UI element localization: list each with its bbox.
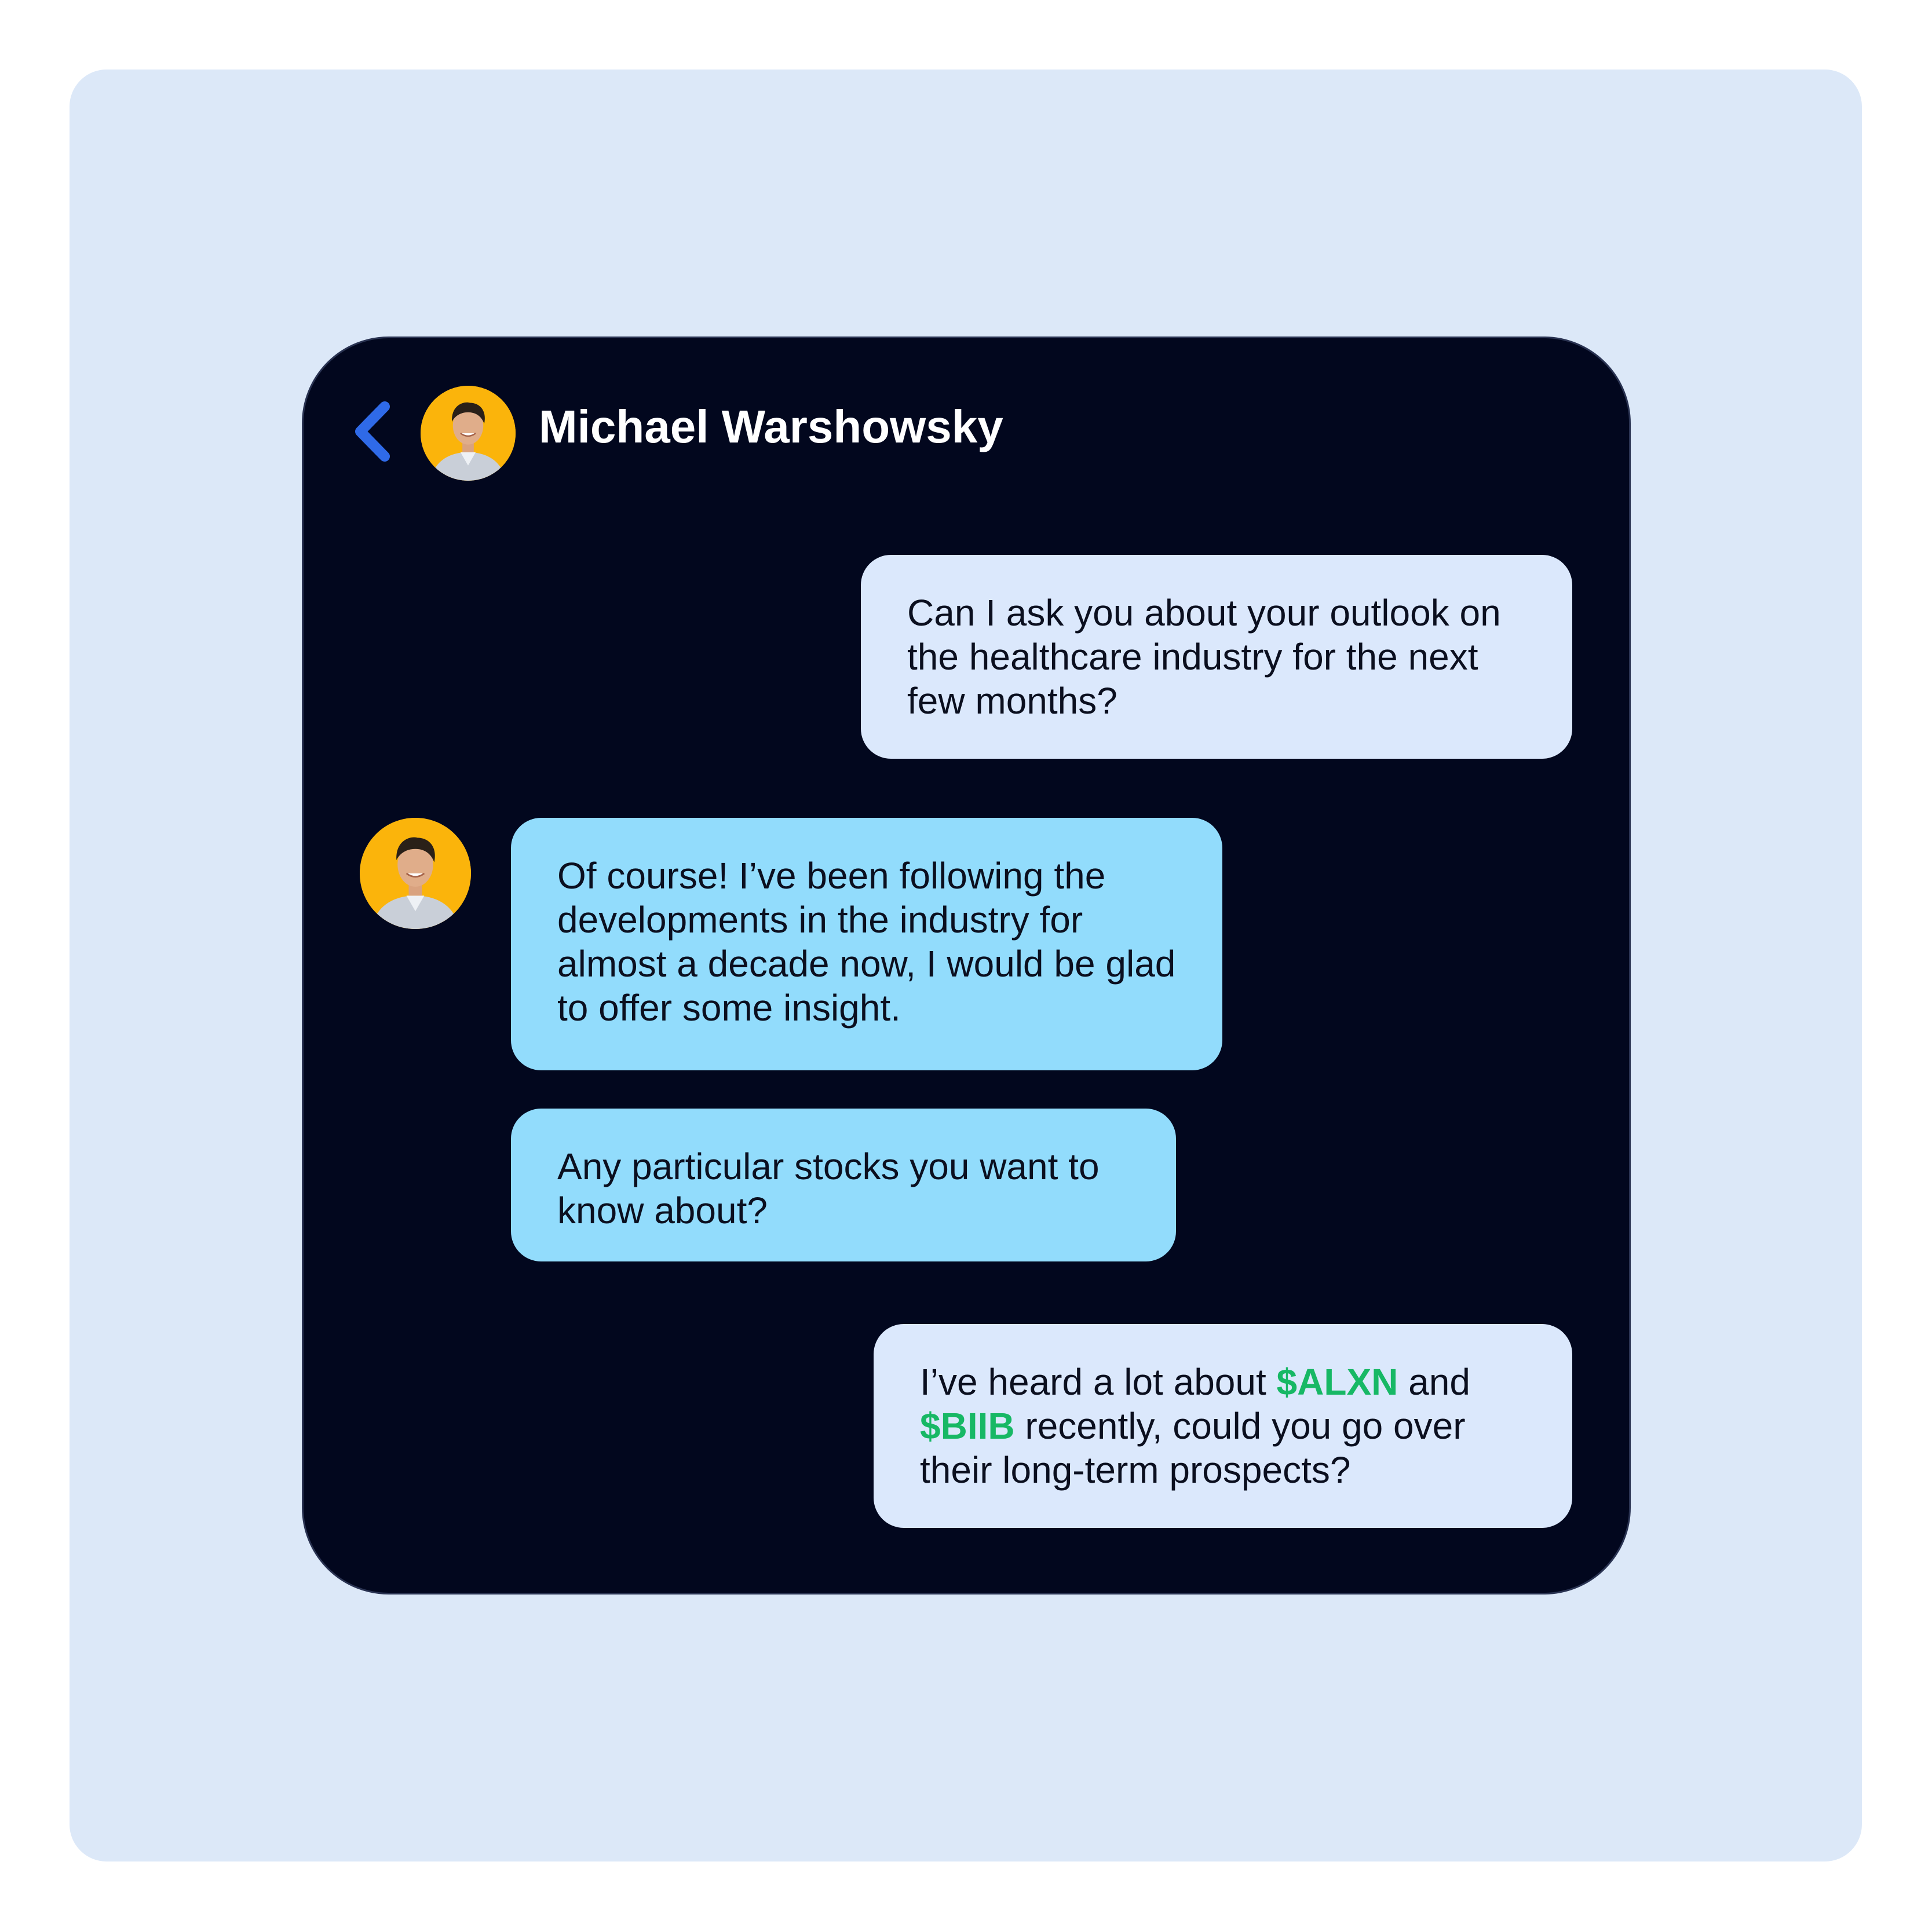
person-avatar-icon xyxy=(360,818,471,929)
person-avatar-icon xyxy=(421,386,516,481)
contact-avatar[interactable] xyxy=(421,386,516,481)
message-text: and xyxy=(1398,1361,1470,1403)
sender-avatar xyxy=(360,818,471,929)
message-bubble-outgoing: Can I ask you about your outlook on the … xyxy=(861,555,1572,759)
message-bubble-incoming: Of course! I’ve been following the devel… xyxy=(511,818,1222,1070)
ticker-symbol[interactable]: $ALXN xyxy=(1277,1361,1398,1403)
back-button[interactable] xyxy=(352,400,393,463)
message-bubble-outgoing: I’ve heard a lot about $ALXN and $BIIB r… xyxy=(874,1324,1572,1528)
chevron-left-icon xyxy=(355,401,390,462)
contact-name: Michael Warshowsky xyxy=(539,401,1003,452)
message-text: I’ve heard a lot about xyxy=(920,1361,1277,1403)
message-bubble-incoming: Any particular stocks you want to know a… xyxy=(511,1109,1176,1261)
ticker-symbol[interactable]: $BIIB xyxy=(920,1405,1015,1447)
